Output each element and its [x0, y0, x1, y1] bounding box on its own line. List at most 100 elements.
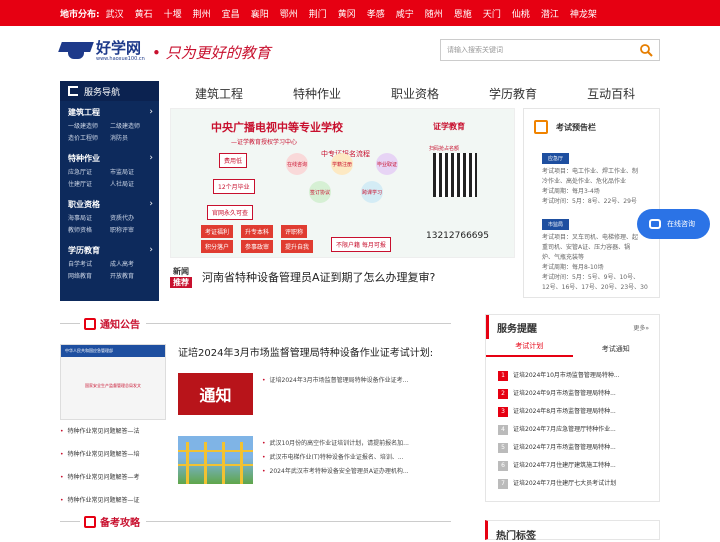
search-icon[interactable]	[639, 43, 653, 57]
nav-category-title[interactable]: 建筑工程	[68, 107, 159, 118]
notice-thumb-caption: 国家安全生产监督管理总局发文	[85, 383, 141, 388]
city-link-tianmen[interactable]: 天门	[483, 7, 501, 20]
service-tabs: 考试计划 考试通知	[486, 339, 659, 359]
graduation-cap-icon	[58, 39, 94, 63]
nav-link[interactable]: 造价工程师	[68, 133, 110, 145]
nav-link[interactable]: 自学考试	[68, 259, 110, 271]
list-item[interactable]: 3 证培2024年8月市场监督管理局特种...	[498, 403, 659, 421]
nav-link[interactable]: 二级建造师	[110, 121, 152, 133]
list-item[interactable]: 特种作业常见问题解答—法	[60, 424, 166, 447]
news-badge-top: 新闻	[173, 267, 189, 276]
list-item[interactable]: 武汉市电梯作业(T)特种设备作业证报名、培训、...	[262, 451, 472, 465]
nav-link[interactable]: 开放教育	[110, 271, 152, 283]
banner-title: 中央广播电视中等专业学校	[211, 121, 343, 134]
city-link-yichang[interactable]: 宜昌	[222, 7, 240, 20]
city-link-enshi[interactable]: 恩施	[454, 7, 472, 20]
banner-step: 学籍注册	[331, 153, 353, 175]
nav-link[interactable]: 市监局证	[110, 167, 152, 179]
list-item[interactable]: 特种作业常见问题解答—证	[60, 493, 166, 516]
main-nav-qualification[interactable]: 职业资格	[391, 85, 439, 102]
city-link-jingzhou[interactable]: 荆州	[193, 7, 211, 20]
list-item-text[interactable]: 证培2024年8月市场监督管理局特种...	[513, 403, 616, 421]
notice-thumbnail[interactable]: 中华人民共和国应急管理部 国家安全生产监督管理总局发文	[60, 344, 166, 420]
city-link-wuhan[interactable]: 武汉	[106, 7, 124, 20]
main-nav-education[interactable]: 学历教育	[489, 85, 537, 102]
city-link-shiyan[interactable]: 十堰	[164, 7, 182, 20]
city-link-xianning[interactable]: 咸宁	[396, 7, 414, 20]
city-link-jingmen[interactable]: 荆门	[309, 7, 327, 20]
news-badge: 新闻 推荐	[170, 266, 192, 288]
nav-icon	[68, 86, 78, 96]
service-list: 1 证培2024年10月市场监督管理局特种... 2 证培2024年9月市场监督管理…	[486, 359, 659, 493]
city-link-huangshi[interactable]: 黄石	[135, 7, 153, 20]
nav-category-title[interactable]: 职业资格	[68, 199, 159, 210]
city-link-suizhou[interactable]: 随州	[425, 7, 443, 20]
nav-link[interactable]: 人社局证	[110, 179, 152, 191]
list-item[interactable]: 特种作业常见问题解答—考	[60, 470, 166, 493]
online-consult-button[interactable]: 在线咨询	[637, 209, 710, 239]
nav-category-qualification[interactable]: 职业资格 › 海事局证 资质代办 教师资格 职称评审	[60, 193, 159, 239]
list-item-text[interactable]: 证培2024年7月住建厅建筑施工特种...	[513, 457, 616, 475]
exam-tag: 市监局	[542, 219, 570, 230]
nav-category-education[interactable]: 学历教育 › 自学考试 成人高考 网络教育 开放教育	[60, 239, 159, 285]
list-item[interactable]: 6 证培2024年7月住建厅建筑施工特种...	[498, 457, 659, 475]
nav-link[interactable]: 海事局证	[68, 213, 110, 225]
exam-tag: 应急厅	[542, 153, 570, 164]
list-item-text[interactable]: 证培2024年9月市场监督管理局特种...	[513, 385, 616, 403]
headline-news[interactable]: 新闻 推荐 河南省特种设备管理员A证到期了怎么办理复审?	[170, 266, 435, 288]
city-link-xiangyang[interactable]: 襄阳	[251, 7, 269, 20]
nav-category-title[interactable]: 特种作业	[68, 153, 159, 164]
more-link[interactable]: 更多»	[633, 323, 649, 332]
city-link-xiantao[interactable]: 仙桃	[512, 7, 530, 20]
nav-link[interactable]: 网络教育	[68, 271, 110, 283]
list-item[interactable]: 7 证培2024年7月住建厅七大员考试计划	[498, 475, 659, 493]
city-link-qianjiang[interactable]: 潜江	[541, 7, 559, 20]
list-item[interactable]: 2 证培2024年9月市场监督管理局特种...	[498, 385, 659, 403]
search-input[interactable]: 请输入搜索关键词	[440, 39, 660, 61]
nav-link[interactable]: 成人高考	[110, 259, 152, 271]
nav-category-construction[interactable]: 建筑工程 › 一级建造师 二级建造师 造价工程师 消防员	[60, 101, 159, 147]
main-nav-construction[interactable]: 建筑工程	[195, 85, 243, 102]
notice-image[interactable]: 通知	[178, 373, 253, 415]
list-item-text[interactable]: 证培2024年7月住建厅七大员考试计划	[513, 475, 616, 493]
promo-banner[interactable]: 中央广播电视中等专业学校 —证学教育授权学习中心 中专证报名流程 费用低 12个…	[170, 108, 515, 258]
city-link-huanggang[interactable]: 黄冈	[338, 7, 356, 20]
list-item[interactable]: 武汉10月份的高空作业证培训计划，请提前报名加...	[262, 437, 472, 451]
tab-exam-plan[interactable]: 考试计划	[486, 341, 573, 357]
nav-link[interactable]: 应急厅证	[68, 167, 110, 179]
nav-link[interactable]: 消防员	[110, 133, 152, 145]
service-title: 服务提醒	[497, 323, 537, 335]
notice-featured-title[interactable]: 证培2024年3月市场监督管理局特种设备作业证考试计划:	[178, 344, 433, 359]
notice-title-text: 通知公告	[100, 320, 140, 331]
list-item[interactable]: 证培2024年3月市场监督管理局特种设备作业证考...	[262, 374, 472, 388]
main-nav-special-ops[interactable]: 特种作业	[293, 85, 341, 102]
headline-link[interactable]: 河南省特种设备管理员A证到期了怎么办理复审?	[202, 269, 435, 285]
list-item[interactable]: 4 证培2024年7月应急管理厅特种作业...	[498, 421, 659, 439]
nav-link[interactable]: 资质代办	[110, 213, 152, 225]
nav-link[interactable]: 职称评审	[110, 225, 152, 237]
scaffold-image[interactable]	[178, 436, 253, 484]
city-link-shennongjia[interactable]: 神龙架	[570, 7, 597, 20]
list-item-text[interactable]: 证培2024年10月市场监督管理局特种...	[513, 367, 620, 385]
rank-badge: 5	[498, 443, 508, 453]
list-item[interactable]: 5 证培2024年7月市场监督管理局特种...	[498, 439, 659, 457]
faq-list: 特种作业常见问题解答—法 特种作业常见问题解答—培 特种作业常见问题解答—考 特…	[60, 424, 166, 516]
banner-pill: 12个月毕业	[213, 179, 255, 194]
nav-link[interactable]: 一级建造师	[68, 121, 110, 133]
nav-link[interactable]: 住建厅证	[68, 179, 110, 191]
nav-link[interactable]: 教师资格	[68, 225, 110, 237]
nav-category-special-ops[interactable]: 特种作业 › 应急厅证 市监局证 住建厅证 人社局证	[60, 147, 159, 193]
list-item-text[interactable]: 证培2024年7月市场监督管理局特种...	[513, 439, 616, 457]
site-logo[interactable]: 好学网 www.haoxue100.cn	[58, 39, 145, 63]
exam-line: 考试项目：叉车司机、电梯修理、起	[542, 234, 639, 241]
main-nav-wiki[interactable]: 互动百科	[587, 85, 635, 102]
list-item[interactable]: 特种作业常见问题解答—培	[60, 447, 166, 470]
list-item-text[interactable]: 证培2024年7月应急管理厅特种作业...	[513, 421, 616, 439]
list-item[interactable]: 2024年武汉市考特种设备安全管理员A证办理机构...	[262, 465, 472, 479]
tab-exam-notice[interactable]: 考试通知	[573, 344, 660, 354]
list-item[interactable]: 1 证培2024年10月市场监督管理局特种...	[498, 367, 659, 385]
city-link-ezhou[interactable]: 鄂州	[280, 7, 298, 20]
banner-step: 在线咨询	[286, 153, 308, 175]
nav-category-title[interactable]: 学历教育	[68, 245, 159, 256]
city-link-xiaogan[interactable]: 孝感	[367, 7, 385, 20]
